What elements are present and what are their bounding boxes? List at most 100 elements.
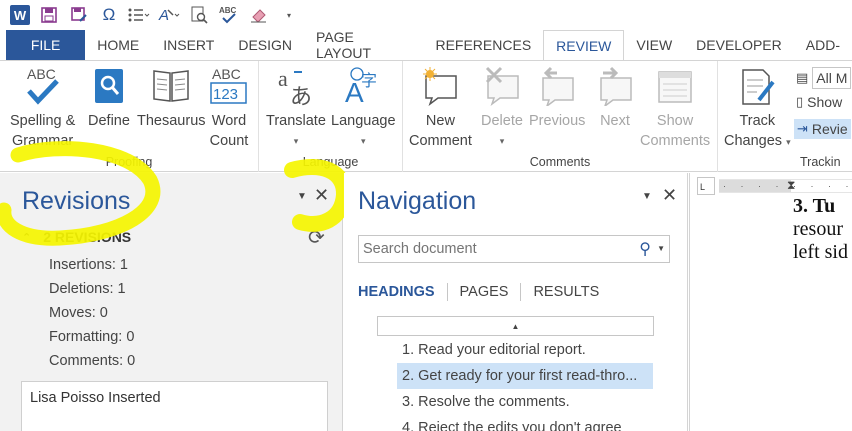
search-document-input[interactable] <box>363 241 625 257</box>
svg-text:a: a <box>278 66 288 91</box>
thesaurus-button[interactable]: Thesaurus <box>137 65 206 131</box>
define-button[interactable]: Define <box>88 65 130 131</box>
symbol-omega-icon[interactable]: Ω <box>98 4 120 26</box>
new-comment-button[interactable]: New Comment <box>409 65 472 151</box>
next-label: Next <box>600 113 630 129</box>
show-markup-label: Show <box>807 94 843 110</box>
navigation-pane-options-icon[interactable]: ▼ <box>642 191 652 202</box>
tab-review[interactable]: REVIEW <box>543 30 625 61</box>
print-preview-icon[interactable] <box>188 4 210 26</box>
refresh-icon[interactable]: ⟳ <box>308 225 325 250</box>
scroll-up-button[interactable]: ▲ <box>377 316 654 336</box>
navigation-tabs: HEADINGS PAGES RESULTS <box>358 283 611 301</box>
spelling-check-icon: ABC <box>23 65 63 107</box>
search-icon[interactable]: ⚲ <box>639 239 651 259</box>
document-line: resour <box>793 218 843 240</box>
pane-divider <box>689 173 690 431</box>
group-label-language: Language <box>302 155 359 169</box>
show-comments-button[interactable]: Show Comments <box>640 65 710 151</box>
word-logo-icon[interactable]: W <box>10 5 30 25</box>
font-color-icon[interactable]: A <box>158 4 180 26</box>
bullets-icon[interactable] <box>128 4 150 26</box>
navigation-title: Navigation <box>358 187 477 215</box>
translate-label: Translate <box>266 113 326 129</box>
tab-view[interactable]: VIEW <box>624 30 684 60</box>
save-as-icon[interactable] <box>68 4 90 26</box>
revisions-count-toggle[interactable]: ⌃ 2 REVISIONS <box>22 229 131 245</box>
revisions-pane-options-icon[interactable]: ▼ <box>297 191 307 202</box>
markup-icon: ▤ <box>796 70 809 85</box>
show-comments-icon <box>655 65 695 107</box>
document-text[interactable]: 3. Tu resour left sid <box>793 195 848 264</box>
previous-comment-button[interactable]: Previous <box>529 65 585 131</box>
tab-add-ins[interactable]: ADD- <box>794 30 852 60</box>
show-markup-button[interactable]: ▯ Show <box>796 94 842 110</box>
ribbon: ABC Spelling & Grammar Define Thesaurus … <box>0 60 852 172</box>
spelling-label-1: Spelling & <box>10 113 76 129</box>
heading-item[interactable]: 3. Resolve the comments. <box>397 389 653 415</box>
next-comment-button[interactable]: Next <box>595 65 635 131</box>
revisions-pane: Revisions ▼ ✕ ⟳ ⌃ 2 REVISIONS Insertions… <box>0 173 343 431</box>
tab-design[interactable]: DESIGN <box>226 30 304 60</box>
stat-deletions: Deletions: 1 <box>49 281 126 297</box>
spelling-grammar-button[interactable]: ABC Spelling & Grammar <box>10 65 75 151</box>
tab-references[interactable]: REFERENCES <box>423 30 543 60</box>
save-icon[interactable] <box>38 4 60 26</box>
indent-marker-icon[interactable]: ⧗ <box>787 178 795 193</box>
display-markup-dropdown[interactable]: ▤ All M <box>796 67 852 89</box>
spelling-abc-icon[interactable]: ABC <box>218 4 240 26</box>
reviewing-pane-icon: ⇥ <box>797 121 808 136</box>
delete-comment-icon <box>482 65 522 107</box>
reviewing-pane-label: Revie <box>811 121 848 137</box>
translate-button[interactable]: aあ Translate ▾ <box>266 65 326 151</box>
document-area[interactable]: L · · · · · · · · · · ⧗ 3. Tu resour lef… <box>689 173 852 431</box>
language-button[interactable]: A字 Language ▾ <box>331 65 396 151</box>
define-book-icon <box>89 65 129 107</box>
navigation-pane: Navigation ▼ ✕ ⚲ ▼ HEADINGS PAGES RESULT… <box>344 173 688 431</box>
tab-page-layout[interactable]: PAGE LAYOUT <box>304 29 423 61</box>
heading-item-selected[interactable]: 2. Get ready for your first read-thro... <box>397 363 653 389</box>
delete-label: Delete <box>481 113 523 129</box>
show-markup-icon: ▯ <box>796 94 804 109</box>
svg-text:A: A <box>158 7 169 24</box>
navigation-close-icon[interactable]: ✕ <box>662 185 677 206</box>
svg-text:ABC: ABC <box>27 66 56 82</box>
reviewing-pane-button[interactable]: ⇥ Revie <box>794 119 851 139</box>
revision-entry[interactable]: Lisa Poisso Inserted <box>21 381 328 431</box>
group-comments: New Comment Delete ▾ Previous Next Show … <box>403 61 718 172</box>
all-markup-select[interactable]: All M <box>812 67 852 89</box>
revisions-count: 2 REVISIONS <box>43 229 132 245</box>
track-changes-icon <box>737 65 777 107</box>
delete-comment-button[interactable]: Delete ▾ <box>481 65 523 151</box>
stat-formatting: Formatting: 0 <box>49 329 135 345</box>
group-label-comments: Comments <box>529 155 591 169</box>
heading-item[interactable]: 4. Reject the edits you don't agree <box>397 415 653 431</box>
search-options-caret-icon[interactable]: ▼ <box>657 244 665 253</box>
tab-file[interactable]: FILE <box>6 30 86 60</box>
word-logo-letter: W <box>13 7 27 23</box>
group-label-proofing: Proofing <box>105 155 153 169</box>
delete-caret-icon: ▾ <box>499 136 505 146</box>
tab-selector-button[interactable]: L <box>697 177 715 195</box>
track-changes-caret-icon: ▾ <box>786 137 791 147</box>
tab-insert[interactable]: INSERT <box>151 30 226 60</box>
word-count-label-1: Word <box>211 113 247 129</box>
tab-pages[interactable]: PAGES <box>448 284 521 300</box>
tab-headings[interactable]: HEADINGS <box>358 284 447 300</box>
tab-results[interactable]: RESULTS <box>521 284 611 300</box>
language-label: Language <box>331 113 396 129</box>
track-changes-label-1: Track <box>739 113 776 129</box>
tab-developer[interactable]: DEVELOPER <box>684 30 794 60</box>
track-changes-button[interactable]: Track Changes ▾ <box>724 65 791 152</box>
revisions-close-icon[interactable]: ✕ <box>314 185 329 206</box>
navigation-search-box[interactable]: ⚲ ▼ <box>358 235 670 263</box>
tab-home[interactable]: HOME <box>85 30 151 60</box>
word-count-button[interactable]: ABC 123 Word Count <box>209 65 249 151</box>
stat-insertions: Insertions: 1 <box>49 257 128 273</box>
eraser-icon[interactable] <box>248 4 270 26</box>
group-proofing: ABC Spelling & Grammar Define Thesaurus … <box>0 61 259 172</box>
customize-caret-icon[interactable]: ▾ <box>278 4 300 26</box>
translate-caret-icon: ▾ <box>293 136 299 146</box>
horizontal-ruler[interactable]: · · · · · · · · · · ⧗ <box>719 178 852 193</box>
heading-item[interactable]: 1. Read your editorial report. <box>397 337 653 363</box>
